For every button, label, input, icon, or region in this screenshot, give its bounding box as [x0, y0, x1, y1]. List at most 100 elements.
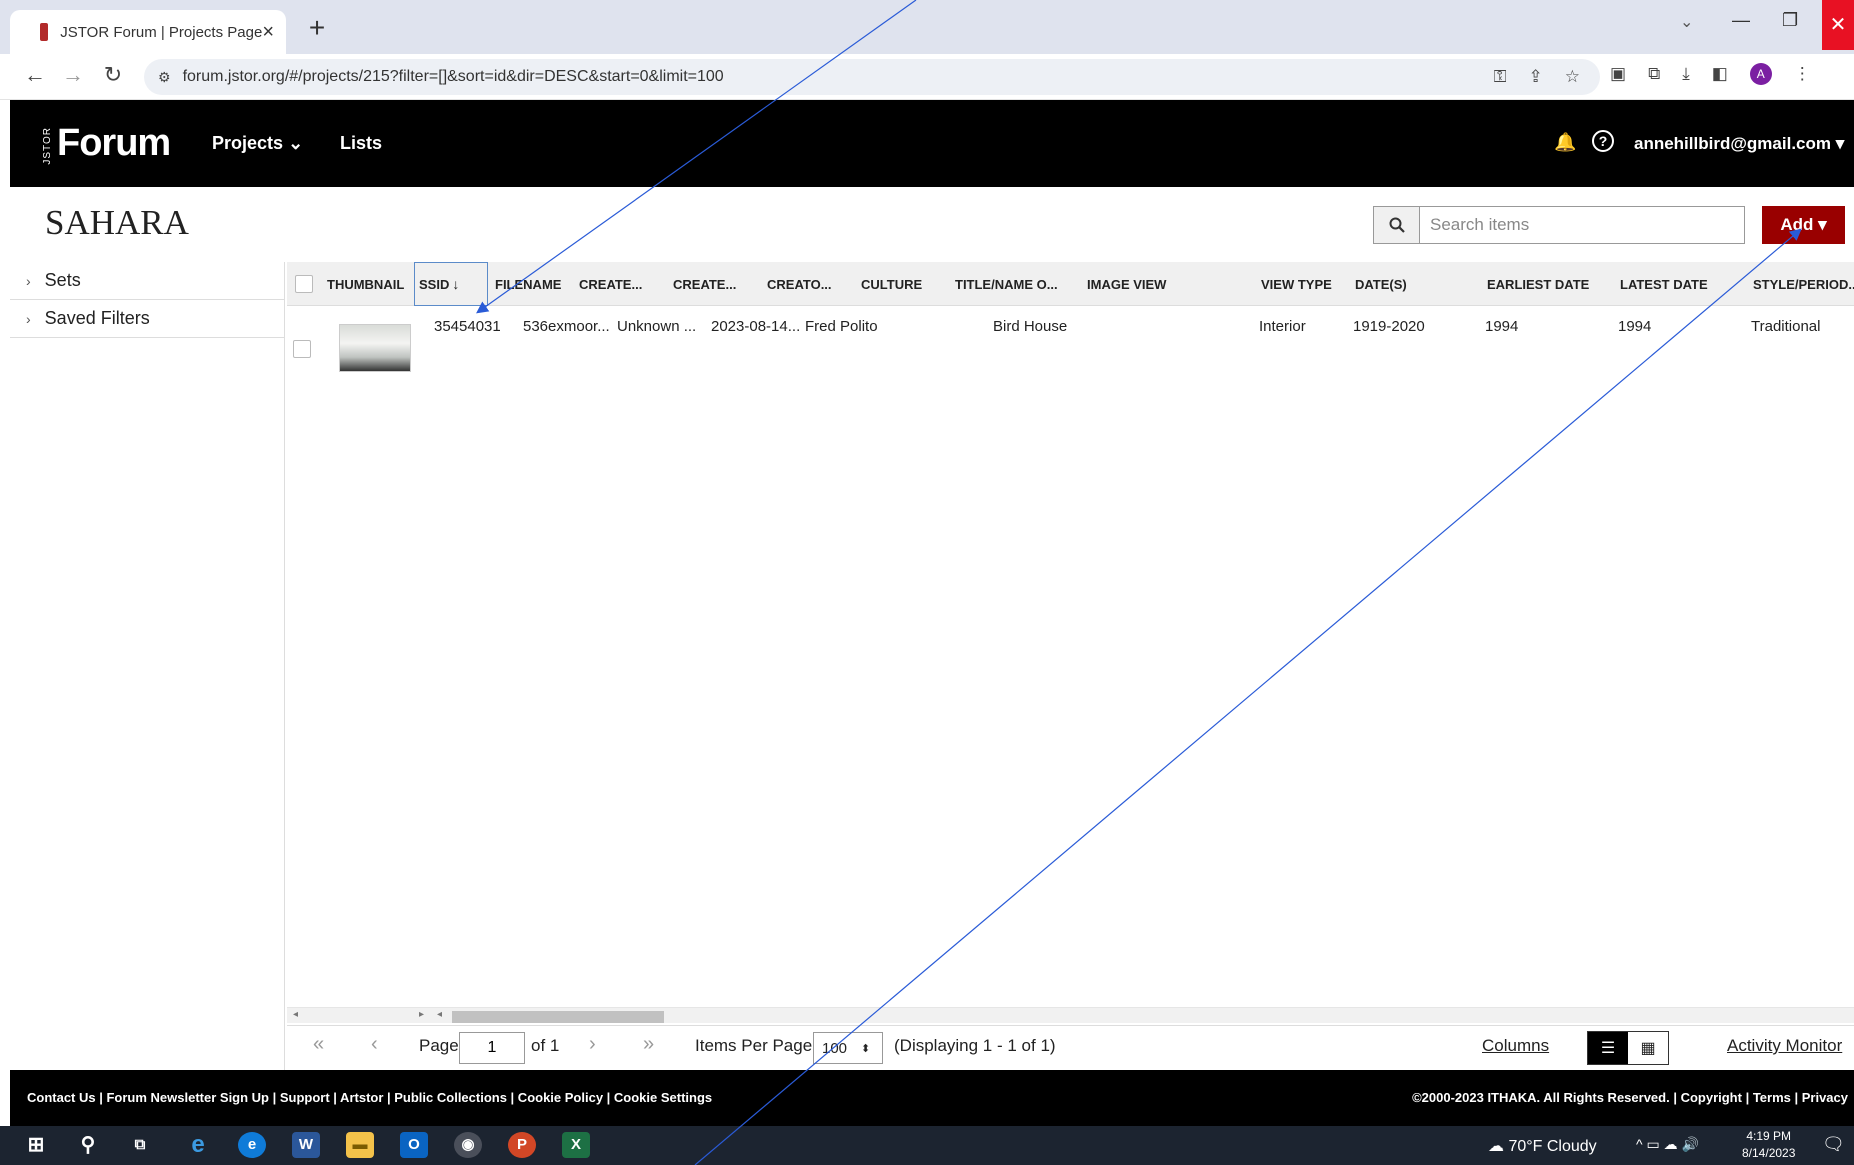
- site-footer: Contact Us | Forum Newsletter Sign Up | …: [10, 1070, 1854, 1126]
- scroll-left-icon[interactable]: ◂: [293, 1009, 298, 1020]
- task-view-icon[interactable]: ⧉: [126, 1132, 154, 1158]
- outlook-icon[interactable]: O: [400, 1132, 428, 1158]
- col-creator[interactable]: CREATO...: [767, 262, 843, 306]
- share-icon[interactable]: ⇪: [1529, 67, 1543, 87]
- sidepanel-icon[interactable]: ◧: [1712, 64, 1728, 84]
- chevron-down-icon[interactable]: ⌄: [1680, 12, 1693, 32]
- internet-explorer-icon[interactable]: e: [184, 1132, 212, 1158]
- row-checkbox[interactable]: [293, 340, 311, 358]
- download-icon[interactable]: ⤓: [1682, 64, 1690, 84]
- sidebar-item-label: Saved Filters: [44, 308, 150, 328]
- col-ssid[interactable]: SSID ↓: [414, 262, 488, 306]
- puzzle-icon[interactable]: ⧉: [1648, 64, 1660, 84]
- close-window-button[interactable]: ✕: [1822, 0, 1854, 50]
- more-menu-icon[interactable]: ⋮: [1794, 64, 1811, 84]
- key-icon[interactable]: ⚿: [1494, 67, 1507, 87]
- items-per-page-select[interactable]: 100 ⬍: [813, 1032, 883, 1064]
- new-tab-button[interactable]: +: [300, 12, 334, 46]
- activity-monitor-link[interactable]: Activity Monitor: [1727, 1036, 1842, 1056]
- sidebar-item-sets[interactable]: › Sets: [10, 262, 284, 300]
- sidebar-item-saved-filters[interactable]: › Saved Filters: [10, 300, 284, 338]
- col-earliest-date[interactable]: EARLIEST DATE: [1487, 262, 1597, 306]
- search-button[interactable]: [1374, 207, 1420, 243]
- col-created-on[interactable]: CREATE...: [673, 262, 749, 306]
- col-culture[interactable]: CULTURE: [861, 262, 937, 306]
- windows-start-icon[interactable]: ⊞: [22, 1132, 50, 1158]
- notifications-icon[interactable]: 🗨: [1822, 1134, 1845, 1155]
- items-grid: THUMBNAIL SSID ↓ FILENAME CREATE... CREA…: [287, 262, 1854, 1024]
- updown-icon: ⬍: [861, 1042, 871, 1055]
- nav-projects-menu[interactable]: Projects ⌄: [212, 133, 303, 154]
- caret-down-icon: ▾: [1835, 134, 1845, 153]
- address-bar[interactable]: ⚙ forum.jstor.org/#/projects/215?filter=…: [144, 59, 1600, 95]
- chrome-icon[interactable]: ◉: [454, 1132, 482, 1158]
- site-info-icon[interactable]: ⚙: [158, 69, 171, 86]
- help-icon[interactable]: ?: [1592, 130, 1614, 152]
- items-per-page-value: 100: [822, 1039, 848, 1057]
- col-latest-date[interactable]: LATEST DATE: [1620, 262, 1730, 306]
- chevron-right-icon: ›: [26, 272, 31, 289]
- minimize-window-icon[interactable]: —: [1732, 10, 1750, 31]
- items-per-page-label: Items Per Page: [695, 1036, 813, 1055]
- cell-dates: 1919-2020: [1353, 318, 1425, 335]
- forum-logo[interactable]: JSTOR Forum: [42, 122, 171, 165]
- next-page-icon[interactable]: ›: [589, 1033, 596, 1056]
- scroll-left-icon[interactable]: ◂: [437, 1009, 442, 1020]
- notification-bell-icon[interactable]: 🔔: [1554, 132, 1576, 153]
- col-created-by[interactable]: CREATE...: [579, 262, 655, 306]
- item-thumbnail[interactable]: [339, 324, 411, 372]
- select-all-checkbox[interactable]: [295, 275, 313, 293]
- restore-window-icon[interactable]: ❐: [1782, 10, 1798, 31]
- file-explorer-icon[interactable]: ▬: [346, 1132, 374, 1158]
- word-icon[interactable]: W: [292, 1132, 320, 1158]
- select-all-checkbox-cell[interactable]: [295, 262, 319, 306]
- cell-filename: 536exmoor...: [523, 318, 610, 335]
- nav-lists-link[interactable]: Lists: [340, 133, 382, 154]
- weather-widget[interactable]: ☁ 70°F Cloudy: [1488, 1136, 1597, 1156]
- list-view-icon[interactable]: ☰: [1588, 1032, 1628, 1064]
- pagination-bar: « ‹ Page of 1 › » Items Per Page 100 ⬍ (…: [287, 1025, 1854, 1070]
- footer-links[interactable]: Contact Us | Forum Newsletter Sign Up | …: [27, 1090, 712, 1105]
- prev-page-icon[interactable]: ‹: [371, 1033, 378, 1056]
- search-icon[interactable]: ⚲: [74, 1132, 102, 1158]
- browser-tab[interactable]: JSTOR Forum | Projects Page ×: [10, 10, 286, 54]
- back-icon[interactable]: ←: [20, 62, 50, 88]
- last-page-icon[interactable]: »: [643, 1033, 654, 1056]
- col-style-period[interactable]: STYLE/PERIOD...: [1753, 262, 1854, 306]
- table-row[interactable]: 35454031 536exmoor... Unknown ... 2023-0…: [287, 306, 1854, 382]
- search-input[interactable]: [1420, 207, 1744, 243]
- add-button[interactable]: Add ▾: [1762, 206, 1845, 244]
- logo-jstor-text: JSTOR: [42, 127, 53, 165]
- grid-view-icon[interactable]: ▦: [1628, 1032, 1668, 1064]
- extension-icon[interactable]: ▣: [1610, 64, 1626, 84]
- excel-icon[interactable]: X: [562, 1132, 590, 1158]
- powerpoint-icon[interactable]: P: [508, 1132, 536, 1158]
- url-text[interactable]: forum.jstor.org/#/projects/215?filter=[]…: [183, 68, 724, 86]
- scrollbar-thumb[interactable]: [452, 1011, 664, 1023]
- col-filename[interactable]: FILENAME: [495, 262, 575, 306]
- edge-icon[interactable]: e: [238, 1132, 266, 1158]
- close-tab-icon[interactable]: ×: [262, 21, 274, 44]
- footer-copyright[interactable]: ©2000-2023 ITHAKA. All Rights Reserved. …: [1412, 1090, 1848, 1105]
- col-thumbnail[interactable]: THUMBNAIL: [327, 262, 417, 306]
- profile-avatar[interactable]: A: [1749, 63, 1772, 85]
- system-clock[interactable]: 4:19 PM 8/14/2023: [1742, 1128, 1795, 1162]
- forward-icon[interactable]: →: [58, 62, 88, 88]
- columns-link[interactable]: Columns: [1482, 1036, 1549, 1056]
- horizontal-scrollbar[interactable]: ◂ ▸ ◂: [287, 1007, 1854, 1023]
- cell-creator: Fred Polito: [805, 318, 878, 335]
- sort-desc-icon: ↓: [452, 276, 460, 292]
- col-title[interactable]: TITLE/NAME O...: [955, 262, 1065, 306]
- star-icon[interactable]: ☆: [1565, 67, 1580, 87]
- first-page-icon[interactable]: «: [313, 1033, 324, 1056]
- scroll-right-icon[interactable]: ▸: [419, 1009, 424, 1020]
- reload-icon[interactable]: ↻: [98, 62, 128, 88]
- network-icon: ▭: [1646, 1136, 1664, 1152]
- user-email: annehillbird@gmail.com: [1634, 134, 1831, 153]
- system-tray[interactable]: ^ ▭ ☁ 🔊: [1636, 1136, 1699, 1153]
- col-dates[interactable]: DATE(S): [1355, 262, 1435, 306]
- page-number-input[interactable]: [459, 1032, 525, 1064]
- col-view-type[interactable]: VIEW TYPE: [1261, 262, 1341, 306]
- user-menu[interactable]: annehillbird@gmail.com ▾: [1634, 134, 1844, 154]
- col-image-view[interactable]: IMAGE VIEW: [1087, 262, 1177, 306]
